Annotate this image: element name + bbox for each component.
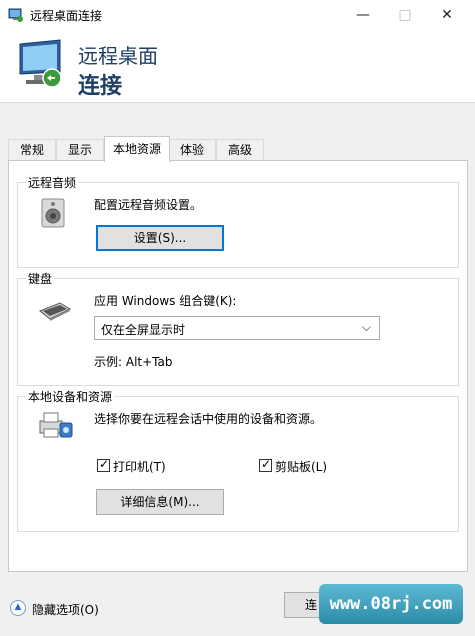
clipboard-label[interactable]: 剪贴板(L): [275, 458, 327, 475]
remote-desktop-app-icon: [8, 8, 23, 22]
header-title-line2: 连接: [78, 74, 123, 99]
header-title-line1: 远程桌面: [78, 44, 158, 68]
keyboard-label: 键盘: [26, 270, 55, 287]
tab-advanced[interactable]: 高级: [216, 139, 264, 161]
windows-keys-dropdown[interactable]: 仅在全屏显示时 ⌵: [94, 316, 380, 340]
remote-audio-label: 远程音频: [26, 174, 79, 191]
chevron-up-icon[interactable]: ▲: [10, 600, 26, 616]
group-local-devices: 本地设备和资源 选择你要在远程会话中使用的设备和资源。 ✓ 打印机(T) ✓ 剪…: [17, 388, 459, 532]
printer-label[interactable]: 打印机(T): [113, 458, 166, 475]
checkmark-icon: ✓: [261, 457, 272, 471]
tab-general[interactable]: 常规: [8, 139, 56, 161]
remote-audio-description: 配置远程音频设置。: [94, 198, 203, 212]
keyboard-icon: [39, 302, 72, 321]
group-remote-audio: 远程音频 配置远程音频设置。 设置(S)...: [17, 174, 459, 268]
local-devices-icon: [39, 412, 73, 438]
close-button[interactable]: ✕: [424, 0, 470, 30]
window-title: 远程桌面连接: [30, 9, 103, 23]
chevron-down-icon: ⌵: [361, 320, 371, 334]
local-devices-description: 选择你要在远程会话中使用的设备和资源。: [94, 412, 323, 426]
speaker-icon: [41, 198, 65, 228]
details-button[interactable]: 详细信息(M)...: [96, 489, 224, 515]
minimize-button[interactable]: —: [340, 0, 386, 30]
clipboard-checkbox[interactable]: ✓: [259, 457, 272, 472]
tab-panel-local-resources: 远程音频 配置远程音频设置。 设置(S)... 键盘 应用 Windows 组合…: [8, 160, 468, 572]
title-bar: 远程桌面连接 — □ ✕: [0, 0, 475, 30]
hide-options-link[interactable]: 隐藏选项(O): [32, 601, 99, 618]
keyboard-example: 示例: Alt+Tab: [94, 355, 173, 369]
windows-keys-selected: 仅在全屏显示时: [101, 323, 186, 337]
local-devices-label: 本地设备和资源: [26, 388, 115, 405]
apply-windows-keys-label: 应用 Windows 组合键(K):: [94, 294, 237, 308]
tab-display[interactable]: 显示: [56, 139, 104, 161]
tab-local-resources[interactable]: 本地资源: [104, 136, 170, 162]
banner-header: 远程桌面 连接: [0, 30, 475, 103]
checkmark-icon: ✓: [99, 457, 110, 471]
audio-settings-button[interactable]: 设置(S)...: [96, 225, 224, 251]
tab-experience[interactable]: 体验: [168, 139, 216, 161]
printer-checkbox[interactable]: ✓: [97, 457, 110, 472]
maximize-button[interactable]: □: [382, 0, 428, 30]
group-keyboard: 键盘 应用 Windows 组合键(K): 仅在全屏显示时 ⌵ 示例: Alt+…: [17, 270, 459, 386]
remote-desktop-monitor-icon: [19, 39, 62, 88]
watermark-logo: www.08rj.com: [319, 584, 463, 624]
